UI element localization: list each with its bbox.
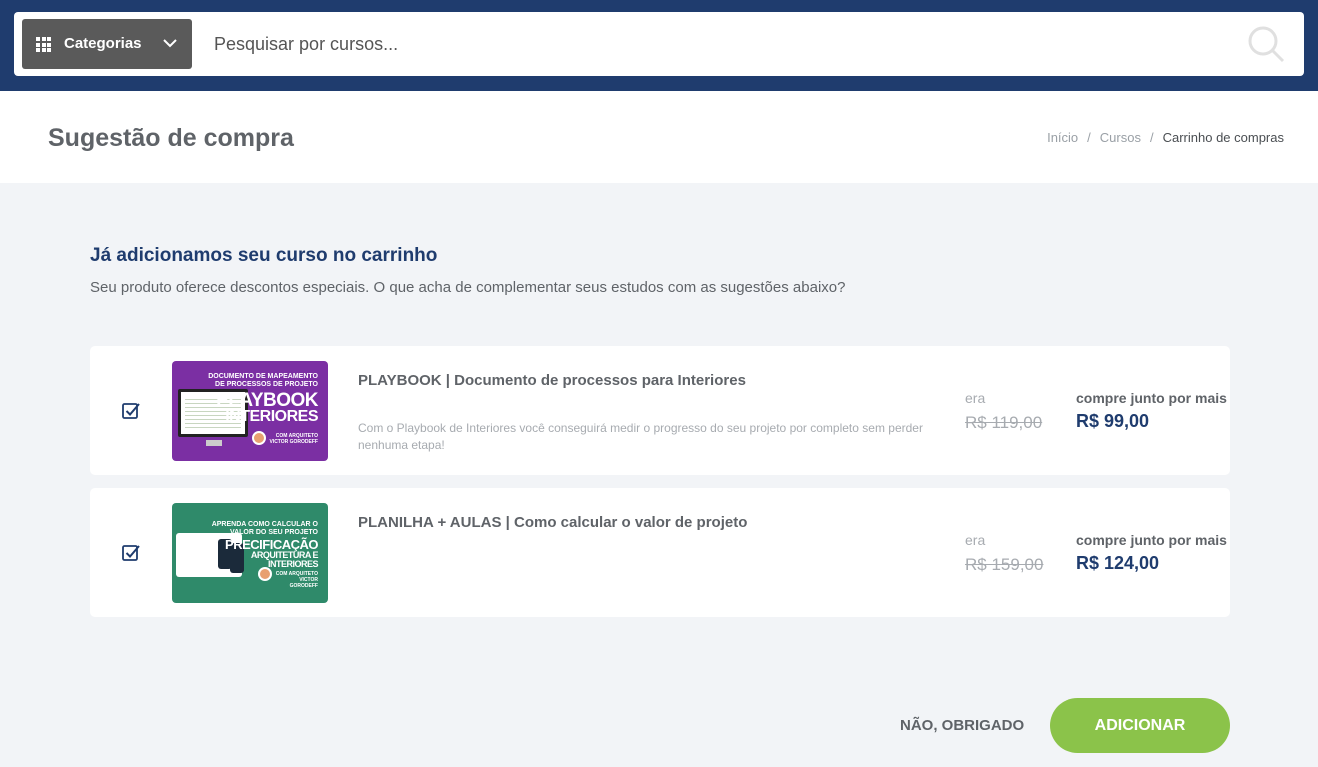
page-title: Sugestão de compra	[48, 124, 294, 152]
product-card[interactable]: APRENDA COMO CALCULAR O VALOR DO SEU PRO…	[90, 488, 1230, 617]
categories-label: Categorias	[64, 35, 142, 52]
thumbnail-subtitle: INTERIORES	[225, 408, 318, 425]
product-thumbnail: APRENDA COMO CALCULAR O VALOR DO SEU PRO…	[172, 503, 328, 603]
product-title[interactable]: PLANILHA + AULAS | Como calcular o valor…	[358, 514, 747, 531]
thumbnail-author: COM ARQUITETO VICTOR GORODEFF	[269, 433, 318, 445]
thumbnail-caption: DOCUMENTO DE MAPEAMENTO DE PROCESSOS DE …	[208, 373, 318, 388]
thumbnail-subtitle: ARQUITETURA E INTERIORES	[250, 550, 319, 569]
chevron-down-icon	[163, 39, 177, 48]
search-icon[interactable]	[1246, 24, 1286, 64]
add-button[interactable]: ADICIONAR	[1050, 698, 1230, 753]
thumbnail-author: COM ARQUITETO VICTOR GORODEFF	[275, 571, 318, 589]
top-bar: Categorias	[0, 0, 1318, 91]
search-bar: Categorias	[14, 12, 1304, 76]
intro-subtitle: Seu produto oferece descontos especiais.…	[90, 279, 846, 296]
era-label: era	[965, 390, 986, 406]
new-price: R$ 124,00	[1076, 553, 1160, 573]
breadcrumb-home[interactable]: Início	[1047, 130, 1078, 145]
product-thumbnail: DOCUMENTO DE MAPEAMENTO DE PROCESSOS DE …	[172, 361, 328, 461]
old-price: R$ 159,00	[965, 555, 1044, 574]
product-description: Com o Playbook de Interiores você conseg…	[358, 421, 923, 452]
intro-title: Já adicionamos seu curso no carrinho	[90, 245, 438, 266]
checkbox-checked-icon[interactable]	[121, 543, 141, 563]
new-price: R$ 99,00	[1076, 411, 1150, 431]
thumbnail-caption: APRENDA COMO CALCULAR O VALOR DO SEU PRO…	[211, 521, 318, 536]
breadcrumb: Início / Cursos / Carrinho de compras	[1047, 130, 1284, 145]
grid-icon	[36, 37, 51, 52]
breadcrumb-current: Carrinho de compras	[1162, 130, 1284, 145]
breadcrumb-separator: /	[1149, 130, 1154, 145]
era-label: era	[965, 532, 986, 548]
together-label: compre junto por mais	[1076, 390, 1227, 406]
product-title[interactable]: PLAYBOOK | Documento de processos para I…	[358, 372, 746, 389]
old-price: R$ 119,00	[965, 413, 1043, 432]
categories-button[interactable]: Categorias	[22, 19, 192, 69]
page-header: Sugestão de compra Início / Cursos / Car…	[0, 91, 1318, 183]
together-label: compre junto por mais	[1076, 532, 1227, 548]
breadcrumb-courses[interactable]: Cursos	[1100, 130, 1141, 145]
breadcrumb-separator: /	[1087, 130, 1091, 145]
decline-button[interactable]: NÃO, OBRIGADO	[900, 717, 1024, 734]
checkbox-checked-icon[interactable]	[121, 401, 141, 421]
search-input[interactable]	[214, 24, 1214, 64]
product-card[interactable]: DOCUMENTO DE MAPEAMENTO DE PROCESSOS DE …	[90, 346, 1230, 475]
